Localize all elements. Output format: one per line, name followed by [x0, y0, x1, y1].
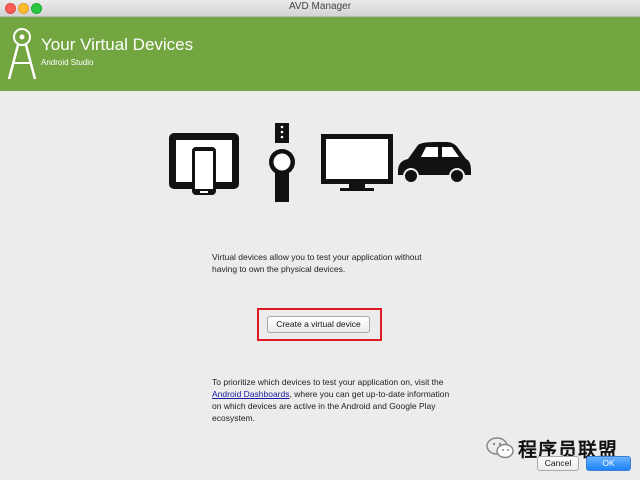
create-virtual-device-button[interactable]: Create a virtual device — [267, 316, 370, 333]
tv-icon — [321, 134, 393, 191]
android-dashboards-link[interactable]: Android Dashboards — [212, 389, 290, 399]
ok-button[interactable]: OK — [586, 456, 631, 471]
page-title: Your Virtual Devices — [41, 35, 194, 54]
intro-text: Virtual devices allow you to test your a… — [212, 252, 422, 274]
cancel-button[interactable]: Cancel — [537, 456, 579, 471]
tablet-phone-icon — [169, 133, 239, 195]
header-banner: Your Virtual Devices Android Studio — [0, 17, 640, 91]
device-icons — [169, 123, 471, 202]
info-text: To prioritize which devices to test your… — [212, 376, 452, 424]
android-studio-logo-icon — [7, 28, 37, 80]
info-text-prefix: To prioritize which devices to test your… — [212, 377, 444, 387]
wechat-icon — [486, 437, 514, 459]
watch-icon — [269, 123, 295, 202]
title-bar: AVD Manager — [0, 0, 640, 17]
car-icon — [398, 142, 471, 184]
page-subtitle: Android Studio — [41, 58, 94, 67]
window-title: AVD Manager — [288, 1, 352, 12]
